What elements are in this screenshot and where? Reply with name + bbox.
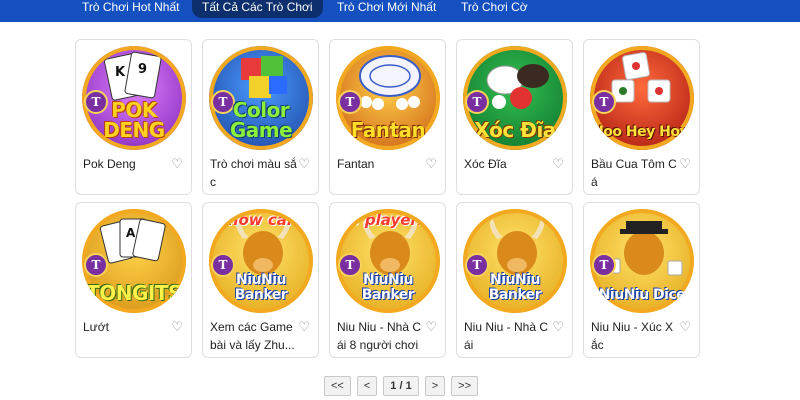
top-navigation: Trò Chơi Hot Nhất Tất Cả Các Trò Chơi Tr… bbox=[0, 0, 800, 22]
game-logo: POK DENG bbox=[103, 98, 165, 142]
game-title[interactable]: Lướt bbox=[83, 318, 171, 336]
game-card-color-game[interactable]: T Color Game Trò chơi màu sắc ♡ bbox=[202, 39, 319, 195]
tab-all-games[interactable]: Tất Cả Các Trò Chơi bbox=[192, 0, 323, 18]
brand-badge: T bbox=[592, 253, 616, 277]
game-card-niuniu-banker[interactable]: T NiuNiu Banker Niu Niu - Nhà Cái ♡ bbox=[456, 202, 573, 358]
game-card-bau-cua[interactable]: T Hoo Hey How Bầu Cua Tôm Cá ♡ bbox=[583, 39, 700, 195]
game-title[interactable]: Xóc Đĩa bbox=[464, 155, 552, 173]
game-thumbnail[interactable]: T Color Game bbox=[209, 46, 313, 150]
game-logo: TONGITS bbox=[86, 281, 182, 305]
game-title[interactable]: Niu Niu - Nhà Cái 8 người chơi bbox=[337, 318, 425, 354]
game-logo: NiuNiu Banker bbox=[234, 272, 288, 303]
game-title[interactable]: Xem các Game bài và lấy Zhu... bbox=[210, 318, 298, 354]
game-title[interactable]: Niu Niu - Nhà Cái bbox=[464, 318, 552, 354]
game-thumbnail[interactable]: 8 players T NiuNiu Banker bbox=[336, 209, 440, 313]
favorite-heart-icon[interactable]: ♡ bbox=[298, 157, 310, 171]
page-indicator: 1 / 1 bbox=[383, 376, 419, 396]
game-logo: Hoo Hey How bbox=[592, 124, 692, 140]
prev-page-button[interactable]: < bbox=[356, 376, 378, 396]
game-thumbnail[interactable]: T NiuNiu Dice bbox=[590, 209, 694, 313]
favorite-heart-icon[interactable]: ♡ bbox=[425, 157, 437, 171]
game-logo: NiuNiu Banker bbox=[488, 272, 542, 303]
favorite-heart-icon[interactable]: ♡ bbox=[552, 320, 564, 334]
game-card-xoc-dia[interactable]: T Xóc Đĩa Xóc Đĩa ♡ bbox=[456, 39, 573, 195]
tab-board-games[interactable]: Trò Chơi Cờ bbox=[451, 0, 538, 18]
game-card-pok-deng[interactable]: K 9 T POK DENG Pok Deng ♡ bbox=[75, 39, 192, 195]
brand-badge: T bbox=[592, 90, 616, 114]
favorite-heart-icon[interactable]: ♡ bbox=[679, 157, 691, 171]
brand-badge: T bbox=[84, 253, 108, 277]
tab-hot-games[interactable]: Trò Chơi Hot Nhất bbox=[72, 0, 189, 18]
game-logo: NiuNiu Banker bbox=[361, 272, 415, 303]
favorite-heart-icon[interactable]: ♡ bbox=[552, 157, 564, 171]
game-card-niuniu-dice[interactable]: T NiuNiu Dice Niu Niu - Xúc Xắc ♡ bbox=[583, 202, 700, 358]
game-title[interactable]: Fantan bbox=[337, 155, 425, 173]
game-title[interactable]: Niu Niu - Xúc Xắc bbox=[591, 318, 679, 354]
last-page-button[interactable]: >> bbox=[451, 376, 478, 396]
game-title[interactable]: Trò chơi màu sắc bbox=[210, 155, 298, 191]
game-thumbnail[interactable]: K 9 T POK DENG bbox=[82, 46, 186, 150]
game-card-niuniu-8players[interactable]: 8 players T NiuNiu Banker Niu Niu - Nhà … bbox=[329, 202, 446, 358]
game-logo: Color Game bbox=[229, 98, 293, 142]
game-thumbnail[interactable]: Show card T NiuNiu Banker bbox=[209, 209, 313, 313]
game-card-fantan[interactable]: T Fantan Fantan ♡ bbox=[329, 39, 446, 195]
brand-badge: T bbox=[465, 90, 489, 114]
game-logo: Xóc Đĩa bbox=[474, 118, 556, 142]
game-title[interactable]: Bầu Cua Tôm Cá bbox=[591, 155, 679, 191]
favorite-heart-icon[interactable]: ♡ bbox=[171, 157, 183, 171]
pagination: << < 1 / 1 > >> bbox=[324, 376, 478, 396]
game-thumbnail[interactable]: T Hoo Hey How bbox=[590, 46, 694, 150]
game-logo: Fantan bbox=[350, 118, 426, 142]
favorite-heart-icon[interactable]: ♡ bbox=[171, 320, 183, 334]
game-card-tongits[interactable]: A T TONGITS Lướt ♡ bbox=[75, 202, 192, 358]
game-title[interactable]: Pok Deng bbox=[83, 155, 171, 173]
game-thumbnail[interactable]: T Fantan bbox=[336, 46, 440, 150]
game-thumbnail[interactable]: T NiuNiu Banker bbox=[463, 209, 567, 313]
game-card-niuniu-showcard[interactable]: Show card T NiuNiu Banker Xem các Game b… bbox=[202, 202, 319, 358]
brand-badge: T bbox=[338, 90, 362, 114]
favorite-heart-icon[interactable]: ♡ bbox=[298, 320, 310, 334]
game-logo: NiuNiu Dice bbox=[598, 287, 686, 303]
next-page-button[interactable]: > bbox=[424, 376, 446, 396]
favorite-heart-icon[interactable]: ♡ bbox=[425, 320, 437, 334]
favorite-heart-icon[interactable]: ♡ bbox=[679, 320, 691, 334]
game-thumbnail[interactable]: A T TONGITS bbox=[82, 209, 186, 313]
first-page-button[interactable]: << bbox=[324, 376, 351, 396]
tab-newest-games[interactable]: Trò Chơi Mới Nhất bbox=[327, 0, 446, 18]
game-thumbnail[interactable]: T Xóc Đĩa bbox=[463, 46, 567, 150]
